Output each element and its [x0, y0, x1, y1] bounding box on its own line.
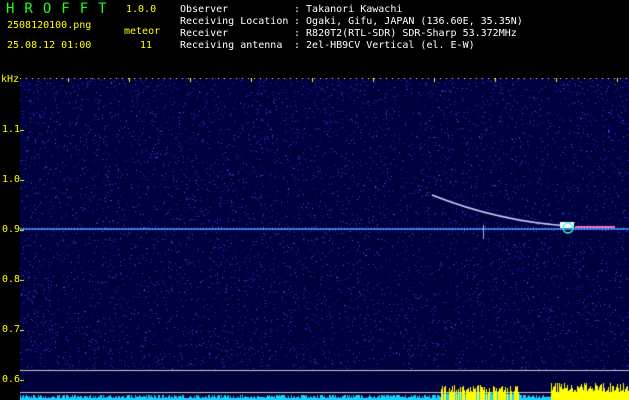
- info-value: : Ogaki, Gifu, JAPAN (136.60E, 35.35N): [294, 16, 523, 27]
- info-key: Receiving antenna: [180, 40, 283, 51]
- info-row-receiver: Receiver : R820T2(RTL-SDR) SDR-Sharp 53.3…: [180, 28, 523, 40]
- info-key: Receiver: [180, 28, 229, 39]
- y-tick-label: 0.6: [2, 374, 21, 385]
- spectrogram-plot: [20, 78, 629, 400]
- info-row-antenna: Receiving antenna : 2el-HB9CV Vertical (e…: [180, 40, 523, 52]
- info-value: : R820T2(RTL-SDR) SDR-Sharp 53.372MHz: [294, 28, 517, 39]
- station-info: Observer : Takanori Kawachi Receiving Loc…: [180, 4, 523, 52]
- app-title: HROFFT: [6, 1, 117, 17]
- y-tick-label: 0.9: [2, 224, 21, 235]
- meteor-label: meteor: [124, 26, 161, 37]
- y-unit-label: kHz: [1, 74, 20, 85]
- info-value: : Takanori Kawachi: [294, 4, 403, 15]
- info-row-observer: Observer : Takanori Kawachi: [180, 4, 523, 16]
- y-tick-label: 1.1: [2, 124, 21, 135]
- info-key: Receiving Location: [180, 16, 289, 27]
- info-key: Observer: [180, 4, 229, 15]
- meteor-count: 11: [140, 40, 153, 51]
- app-version: 1.0.0: [126, 4, 157, 15]
- y-tick-label: 1.0: [2, 174, 21, 185]
- y-tick-label: 0.7: [2, 324, 21, 335]
- y-tick-label: 0.8: [2, 274, 21, 285]
- spectrogram-canvas: [20, 78, 629, 400]
- info-row-location: Receiving Location : Ogaki, Gifu, JAPAN (…: [180, 16, 523, 28]
- info-value: : 2el-HB9CV Vertical (el. E-W): [294, 40, 475, 51]
- file-name: 2508120100.png: [7, 20, 92, 31]
- date-time: 25.08.12 01:00: [7, 40, 92, 51]
